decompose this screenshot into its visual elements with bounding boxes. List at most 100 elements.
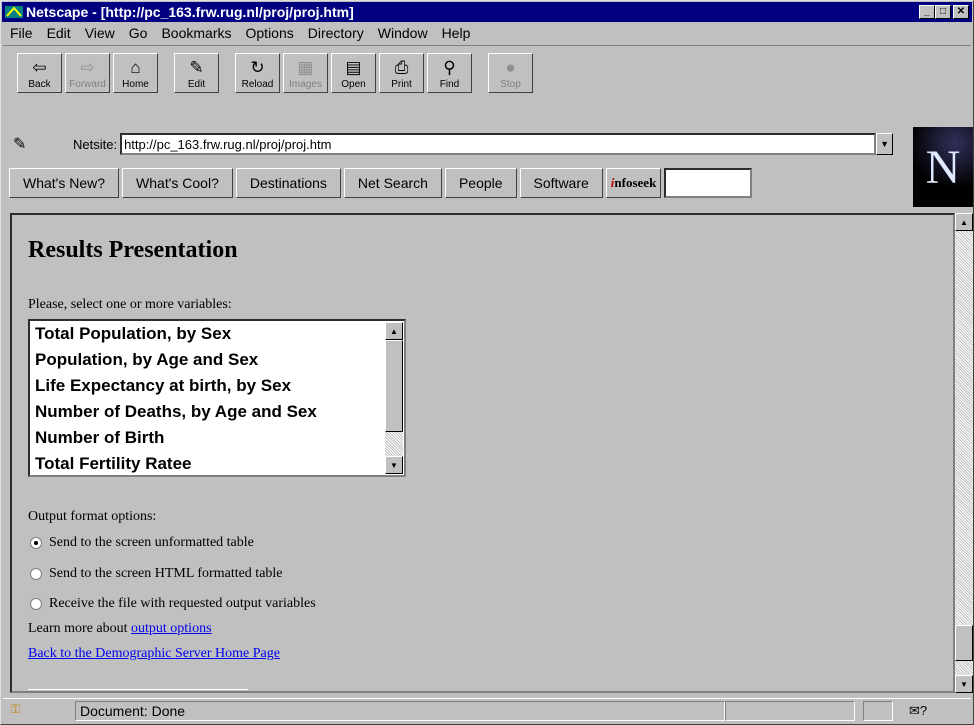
listbox-scroll-thumb[interactable] [385, 340, 403, 432]
security-key-icon[interactable]: ⚿ [11, 702, 63, 720]
reload-button[interactable]: ↻ Reload [235, 53, 280, 93]
menu-go[interactable]: Go [122, 25, 155, 41]
list-item[interactable]: Life Expectancy at birth, by Sex [30, 373, 404, 399]
radio-selected-icon[interactable] [30, 537, 42, 549]
net-search-button[interactable]: Net Search [343, 168, 442, 198]
destinations-button[interactable]: Destinations [235, 168, 341, 198]
binoculars-icon: ⚲ [443, 58, 456, 77]
menu-bar: File Edit View Go Bookmarks Options Dire… [3, 23, 477, 43]
images-button[interactable]: ▦ Images [283, 53, 328, 93]
infoseek-button[interactable]: i nfoseek [605, 168, 662, 198]
option-html[interactable]: Send to the screen HTML formatted table [30, 566, 283, 582]
back-label: Back [28, 79, 51, 90]
page-scroll-up-icon[interactable]: ▲ [955, 213, 973, 231]
edit-button[interactable]: ✎ Edit [174, 53, 219, 93]
list-item[interactable]: Number of Birth [30, 425, 404, 451]
minimize-button[interactable]: _ [919, 5, 935, 19]
listbox-scrollbar[interactable]: ▲ ▼ [385, 322, 403, 474]
back-arrow-icon: ⇦ [32, 58, 47, 77]
page-scrollbar[interactable]: ▲ ▼ [955, 213, 973, 693]
option-unformatted[interactable]: Send to the screen unformatted table [30, 535, 254, 551]
variables-listbox[interactable]: Total Population, by Sex Population, by … [28, 319, 406, 477]
learn-more-prefix: Learn more about [28, 621, 132, 636]
forward-label: Forward [69, 79, 106, 90]
list-item[interactable]: Total Population, by Sex [30, 321, 404, 347]
status-bar: ⚿ Document: Done ✉? [3, 698, 971, 722]
stop-icon: ● [505, 58, 516, 77]
option-label: Receive the file with requested output v… [49, 596, 316, 611]
infoseek-search-input[interactable] [664, 168, 753, 198]
mail-icon[interactable]: ✉? [909, 703, 927, 719]
images-label: Images [289, 79, 322, 90]
open-label: Open [341, 79, 366, 90]
edit-label: Edit [187, 79, 206, 90]
menu-directory[interactable]: Directory [301, 25, 371, 41]
reload-icon: ↻ [250, 58, 265, 77]
menu-help[interactable]: Help [435, 25, 478, 41]
toolbar: ⇦ Back ⇨ Forward ⌂ Home ✎ Edit ↻ Reload ▦ Imag… [3, 45, 971, 125]
infoseek-label: nfoseek [614, 175, 657, 190]
variables-prompt: Please, select one or more variables: [28, 297, 232, 312]
find-label: Find [439, 79, 460, 90]
open-icon: ▤ [345, 58, 362, 77]
pencil-icon: ✎ [189, 58, 204, 77]
window-title: Netscape - [http://pc_163.frw.rug.nl/pro… [26, 4, 354, 20]
open-button[interactable]: ▤ Open [331, 53, 376, 93]
list-item[interactable]: Population, by Age and Sex [30, 347, 404, 373]
software-button[interactable]: Software [519, 168, 603, 198]
list-item[interactable]: Total Fertility Ratee [30, 451, 404, 477]
scroll-down-arrow-icon[interactable]: ▼ [385, 456, 403, 474]
browser-window: Netscape - [http://pc_163.frw.rug.nl/pro… [0, 0, 974, 725]
radio-icon[interactable] [30, 598, 42, 610]
output-options-link[interactable]: output options [131, 621, 212, 636]
menu-view[interactable]: View [78, 25, 122, 41]
home-label: Home [122, 79, 149, 90]
people-button[interactable]: People [444, 168, 517, 198]
home-icon: ⌂ [130, 58, 141, 77]
radio-icon[interactable] [30, 568, 42, 580]
url-input[interactable]: http://pc_163.frw.rug.nl/proj/proj.htm [120, 133, 877, 155]
reload-label: Reload [241, 79, 274, 90]
print-button[interactable]: ⎙ Print [379, 53, 424, 93]
form-buttons-edge [28, 689, 248, 691]
stop-label: Stop [500, 79, 521, 90]
menu-edit[interactable]: Edit [40, 25, 78, 41]
location-bar: ✎ Netsite: http://pc_163.frw.rug.nl/proj… [3, 130, 971, 158]
stop-button[interactable]: ● Stop [488, 53, 533, 93]
page-content: Results Presentation Please, select one … [10, 213, 955, 693]
menu-file[interactable]: File [3, 25, 40, 41]
page-heading: Results Presentation [28, 237, 238, 263]
option-file[interactable]: Receive the file with requested output v… [30, 596, 316, 612]
print-label: Print [391, 79, 412, 90]
find-button[interactable]: ⚲ Find [427, 53, 472, 93]
page-scroll-down-icon[interactable]: ▼ [955, 675, 973, 693]
menu-options[interactable]: Options [239, 25, 301, 41]
whats-cool-button[interactable]: What's Cool? [122, 168, 233, 198]
list-item[interactable]: Number of Deaths, by Age and Sex [30, 399, 404, 425]
menu-window[interactable]: Window [371, 25, 435, 41]
maximize-button[interactable]: □ [935, 5, 951, 19]
option-label: Send to the screen HTML formatted table [49, 566, 283, 581]
option-label: Send to the screen unformatted table [49, 535, 254, 550]
bookmark-pen-icon[interactable]: ✎ [13, 134, 33, 154]
forward-arrow-icon: ⇨ [80, 58, 95, 77]
whats-new-button[interactable]: What's New? [9, 168, 120, 198]
title-bar[interactable]: Netscape - [http://pc_163.frw.rug.nl/pro… [2, 2, 972, 22]
netscape-logo[interactable]: N [913, 127, 973, 207]
status-panel [863, 700, 893, 721]
location-label: Netsite: [73, 136, 118, 152]
back-home-link[interactable]: Back to the Demographic Server Home Page [28, 646, 280, 662]
logo-letter: N [925, 140, 961, 194]
page-scroll-thumb[interactable] [955, 625, 973, 661]
menu-bookmarks[interactable]: Bookmarks [154, 25, 238, 41]
printer-icon: ⎙ [394, 58, 409, 77]
url-dropdown-button[interactable]: ▼ [876, 133, 894, 155]
forward-button[interactable]: ⇨ Forward [65, 53, 110, 93]
close-button[interactable]: ✕ [953, 5, 969, 19]
progress-panel [725, 700, 855, 721]
directory-bar: What's New? What's Cool? Destinations Ne… [9, 168, 753, 198]
home-button[interactable]: ⌂ Home [113, 53, 158, 93]
learn-more-text: Learn more about output options [28, 621, 212, 637]
scroll-up-arrow-icon[interactable]: ▲ [385, 322, 403, 340]
back-button[interactable]: ⇦ Back [17, 53, 62, 93]
